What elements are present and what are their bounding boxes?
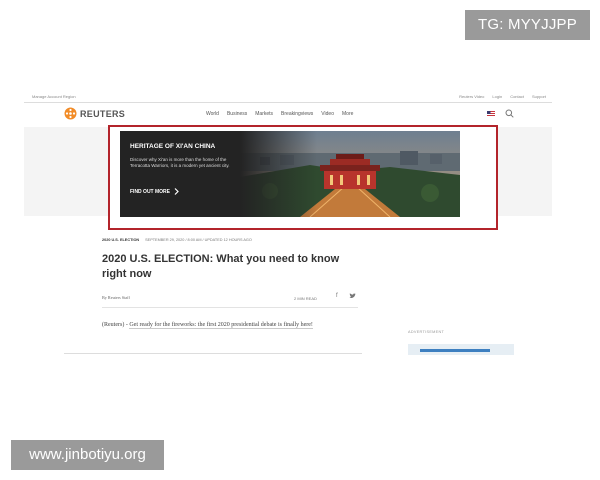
watermark-site-url: www.jinbotiyu.org bbox=[11, 440, 164, 470]
nav-link-markets[interactable]: Markets bbox=[255, 111, 273, 117]
us-flag-icon[interactable] bbox=[487, 111, 495, 117]
chevron-right-icon bbox=[174, 188, 179, 195]
article-dateline: SEPTEMBER 29, 2020 / 8:00 AM / UPDATED 1… bbox=[145, 238, 252, 242]
search-icon[interactable] bbox=[505, 109, 514, 118]
ad-find-out-more-link[interactable]: FIND OUT MORE bbox=[130, 188, 179, 195]
main-nav: REUTERS World Business Markets Breakingv… bbox=[24, 103, 552, 125]
ad-cta-label: FIND OUT MORE bbox=[130, 188, 170, 195]
ad-body: Discover why Xi'an is more than the home… bbox=[130, 157, 230, 168]
utility-link-contact[interactable]: Contact bbox=[510, 94, 524, 99]
reuters-logo[interactable]: REUTERS bbox=[64, 107, 125, 120]
nav-link-video[interactable]: Video bbox=[321, 111, 334, 117]
utility-links: Reuters Video Login Contact Support bbox=[459, 94, 546, 99]
reuters-page-screenshot: Manage Account Region Reuters Video Logi… bbox=[24, 91, 552, 355]
watermark-telegram: TG: MYYJJPP bbox=[465, 10, 590, 40]
logo-wordmark: REUTERS bbox=[80, 108, 126, 119]
article-category-link[interactable]: 2020 U.S. ELECTION bbox=[102, 238, 139, 242]
highlighted-ad-frame: HERITAGE OF XI'AN CHINA Discover why Xi'… bbox=[108, 125, 498, 230]
advert-stripe bbox=[420, 349, 490, 352]
utility-link-support[interactable]: Support bbox=[532, 94, 546, 99]
lede-prefix: (Reuters) - bbox=[102, 322, 130, 328]
nav-link-more[interactable]: More bbox=[342, 111, 353, 117]
xian-ad-banner[interactable]: HERITAGE OF XI'AN CHINA Discover why Xi'… bbox=[120, 131, 460, 217]
utility-link-video[interactable]: Reuters Video bbox=[459, 94, 484, 99]
sidebar-advert-slot[interactable] bbox=[408, 344, 514, 355]
ad-title: HERITAGE OF XI'AN CHINA bbox=[130, 143, 216, 150]
article-headline: 2020 U.S. ELECTION: What you need to kno… bbox=[102, 253, 340, 280]
reuters-logo-icon bbox=[64, 107, 77, 120]
xian-city-illustration bbox=[240, 131, 460, 217]
twitter-share-icon[interactable] bbox=[349, 293, 356, 299]
nav-link-world[interactable]: World bbox=[206, 111, 219, 117]
utility-link-login[interactable]: Login bbox=[492, 94, 502, 99]
utility-bar: Manage Account Region Reuters Video Logi… bbox=[24, 91, 552, 103]
article-byline: By Reuters Staff bbox=[102, 295, 130, 300]
article-meta: 2020 U.S. ELECTION SEPTEMBER 29, 2020 / … bbox=[102, 238, 252, 242]
nav-links: World Business Markets Breakingviews Vid… bbox=[206, 111, 353, 117]
read-time: 2 MIN READ bbox=[294, 296, 317, 301]
meta-divider bbox=[102, 307, 358, 308]
article-lede: (Reuters) - Get ready for the fireworks:… bbox=[102, 320, 362, 331]
content-bottom-divider bbox=[64, 353, 362, 354]
advertisement-label: ADVERTISEMENT bbox=[408, 330, 445, 334]
nav-link-breakingviews[interactable]: Breakingviews bbox=[281, 111, 313, 117]
lede-text: Get ready for the fireworks: the first 2… bbox=[129, 322, 313, 329]
utility-left-text: Manage Account Region bbox=[32, 94, 76, 99]
nav-link-business[interactable]: Business bbox=[227, 111, 247, 117]
facebook-share-icon[interactable]: f bbox=[336, 293, 338, 299]
